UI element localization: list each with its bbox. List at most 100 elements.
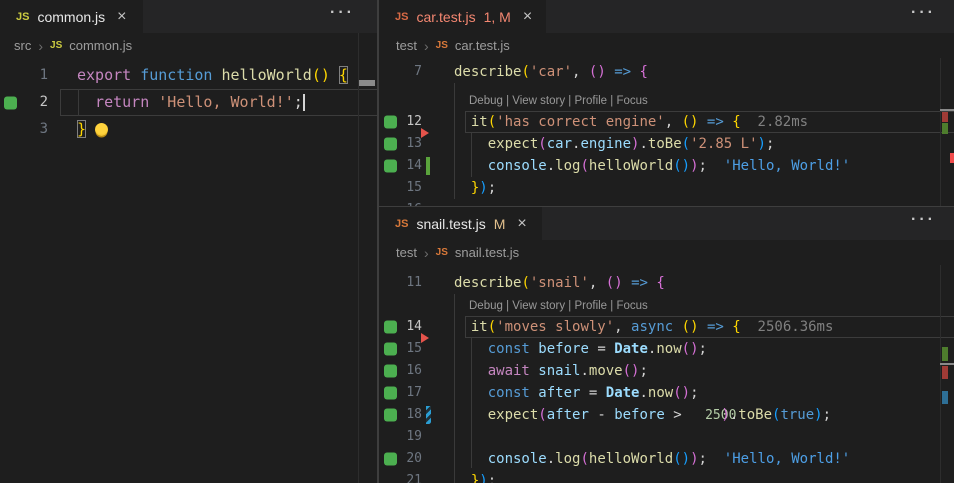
js-file-icon: JS [436,40,448,51]
breadcrumb-folder[interactable]: src [14,38,31,53]
tab-modified-badge: M [494,216,506,232]
code-line[interactable]: 16 [379,199,954,206]
codelens-row[interactable]: Debug | View story | Profile | Focus [379,294,954,316]
minimap-mark [942,366,948,379]
codelens-actions[interactable]: Debug | View story | Profile | Focus [469,95,648,107]
line-number: 12 [394,111,422,133]
js-file-icon: JS [395,218,408,230]
code-line[interactable]: 17 const after = Date.now(); [379,382,954,404]
test-marker-icon [421,333,429,343]
code-line[interactable]: 21 }); [379,470,954,483]
breadcrumb-file[interactable]: common.js [69,38,132,53]
tab-snail-test-js[interactable]: JS snail.test.js M × [379,207,542,240]
code-text: it('has correct engine', () => { 2.82ms [454,111,808,133]
code-editor[interactable]: 7 describe('car', () => { Debug | View sto… [379,61,954,206]
line-number: 21 [394,470,422,483]
code-editor[interactable]: 1export function helloWorld() {2 return … [0,62,377,143]
editor-group-common: JS common.js × ··· src › JS common.js 1 e… [0,0,377,483]
chevron-right-icon: › [424,38,429,54]
code-line[interactable]: 16 await snail.move(); [379,360,954,382]
minimap-mark [942,112,948,122]
js-file-icon: JS [16,11,29,23]
codelens-actions[interactable]: Debug | View story | Profile | Focus [469,300,648,312]
code-text: export function helloWorld() { [77,62,348,89]
minimap-mark [950,153,954,163]
vscode-window: JS common.js × ··· src › JS common.js 1 e… [0,0,954,483]
code-text: }); [454,470,496,483]
minimap-mark [359,80,375,86]
code-text: expect(car.engine).toBe('2.85 L'); [454,133,774,155]
tab-label: common.js [37,9,105,25]
js-file-icon: JS [50,40,62,51]
code-text: }); [454,177,496,199]
code-line[interactable]: 7 describe('car', () => { [379,61,954,83]
line-number: 15 [394,338,422,360]
line-number: 14 [394,316,422,338]
breadcrumb: src › JS common.js [0,33,377,58]
code-text: describe('car', () => { [454,61,648,83]
breadcrumb-folder[interactable]: test [396,38,417,53]
line-number: 3 [14,116,48,143]
breadcrumb: test › JS snail.test.js [379,240,954,265]
line-number: 1 [14,62,48,89]
tab-car-test-js[interactable]: JS car.test.js 1, M × [379,0,546,33]
indent-guide [471,338,472,468]
breadcrumb: test › JS car.test.js [379,33,954,58]
js-file-icon: JS [395,11,408,23]
minimap-border [940,265,941,483]
code-line[interactable]: 15 }); [379,177,954,199]
breadcrumb-folder[interactable]: test [396,245,417,260]
tab-label: snail.test.js [416,216,485,232]
code-line[interactable]: 14 console.log(helloWorld()); 'Hello, Wo… [379,155,954,177]
chevron-right-icon: › [38,38,43,54]
test-marker-icon [421,128,429,138]
code-text: it('moves slowly', async () => { 2506.36… [454,316,833,338]
git-gutter-indicator [426,157,430,175]
js-file-icon: JS [436,247,448,258]
code-line[interactable]: 12 it('has correct engine', () => { 2.82… [379,111,954,133]
minimap-border [940,58,941,206]
line-number: 16 [394,360,422,382]
tab-bar-left: JS common.js × ··· [0,0,377,33]
editor-group-car-test: JS car.test.js 1, M × ··· test › JS car.… [379,0,954,206]
minimap-border [358,33,359,483]
line-number: 15 [394,177,422,199]
line-number: 11 [394,272,422,294]
code-text: return 'Hello, World!'; [77,89,305,116]
line-number: 16 [394,199,422,206]
code-text: await snail.move(); [454,360,648,382]
close-icon[interactable]: × [517,215,526,233]
close-icon[interactable]: × [523,8,532,26]
breadcrumb-file[interactable]: snail.test.js [455,245,519,260]
inline-log-value: 'Hello, World!' [724,451,850,467]
line-number: 19 [394,426,422,448]
code-line[interactable]: 19 [379,426,954,448]
code-line[interactable]: 3} [0,116,377,143]
line-number: 2 [14,89,48,116]
more-actions-icon[interactable]: ··· [911,4,936,22]
code-editor[interactable]: 11describe('snail', () => { Debug | View … [379,272,954,483]
chevron-right-icon: › [424,245,429,261]
line-number: 17 [394,382,422,404]
code-line[interactable]: 13 expect(car.engine).toBe('2.85 L'); [379,133,954,155]
code-line[interactable]: 18 expect(after - before > 2500).toBe(tr… [379,404,954,426]
more-actions-icon[interactable]: ··· [330,4,355,22]
line-number: 7 [394,61,422,83]
code-line[interactable]: 1 export function helloWorld() { [0,62,377,89]
editor-group-horizontal-divider[interactable] [379,206,954,207]
code-line[interactable]: 20 console.log(helloWorld()); 'Hello, Wo… [379,448,954,470]
tab-common-js[interactable]: JS common.js × [0,0,143,33]
code-line[interactable]: 14 it('moves slowly', async () => { 2506… [379,316,954,338]
lightbulb-icon[interactable] [95,123,108,136]
code-line[interactable]: 15 const before = Date.now(); [379,338,954,360]
breadcrumb-file[interactable]: car.test.js [455,38,510,53]
minimap-mark [940,363,954,365]
code-line[interactable]: 11describe('snail', () => { [379,272,954,294]
more-actions-icon[interactable]: ··· [911,211,936,229]
close-icon[interactable]: × [117,8,126,26]
code-text: expect(after - before > 2500).toBe(true)… [454,404,831,427]
editor-group-vertical-divider[interactable] [377,0,379,483]
tab-bar-top-right: JS car.test.js 1, M × ··· [379,0,954,33]
code-line[interactable]: 2 return 'Hello, World!'; [0,89,377,116]
codelens-row[interactable]: Debug | View story | Profile | Focus [379,83,954,111]
